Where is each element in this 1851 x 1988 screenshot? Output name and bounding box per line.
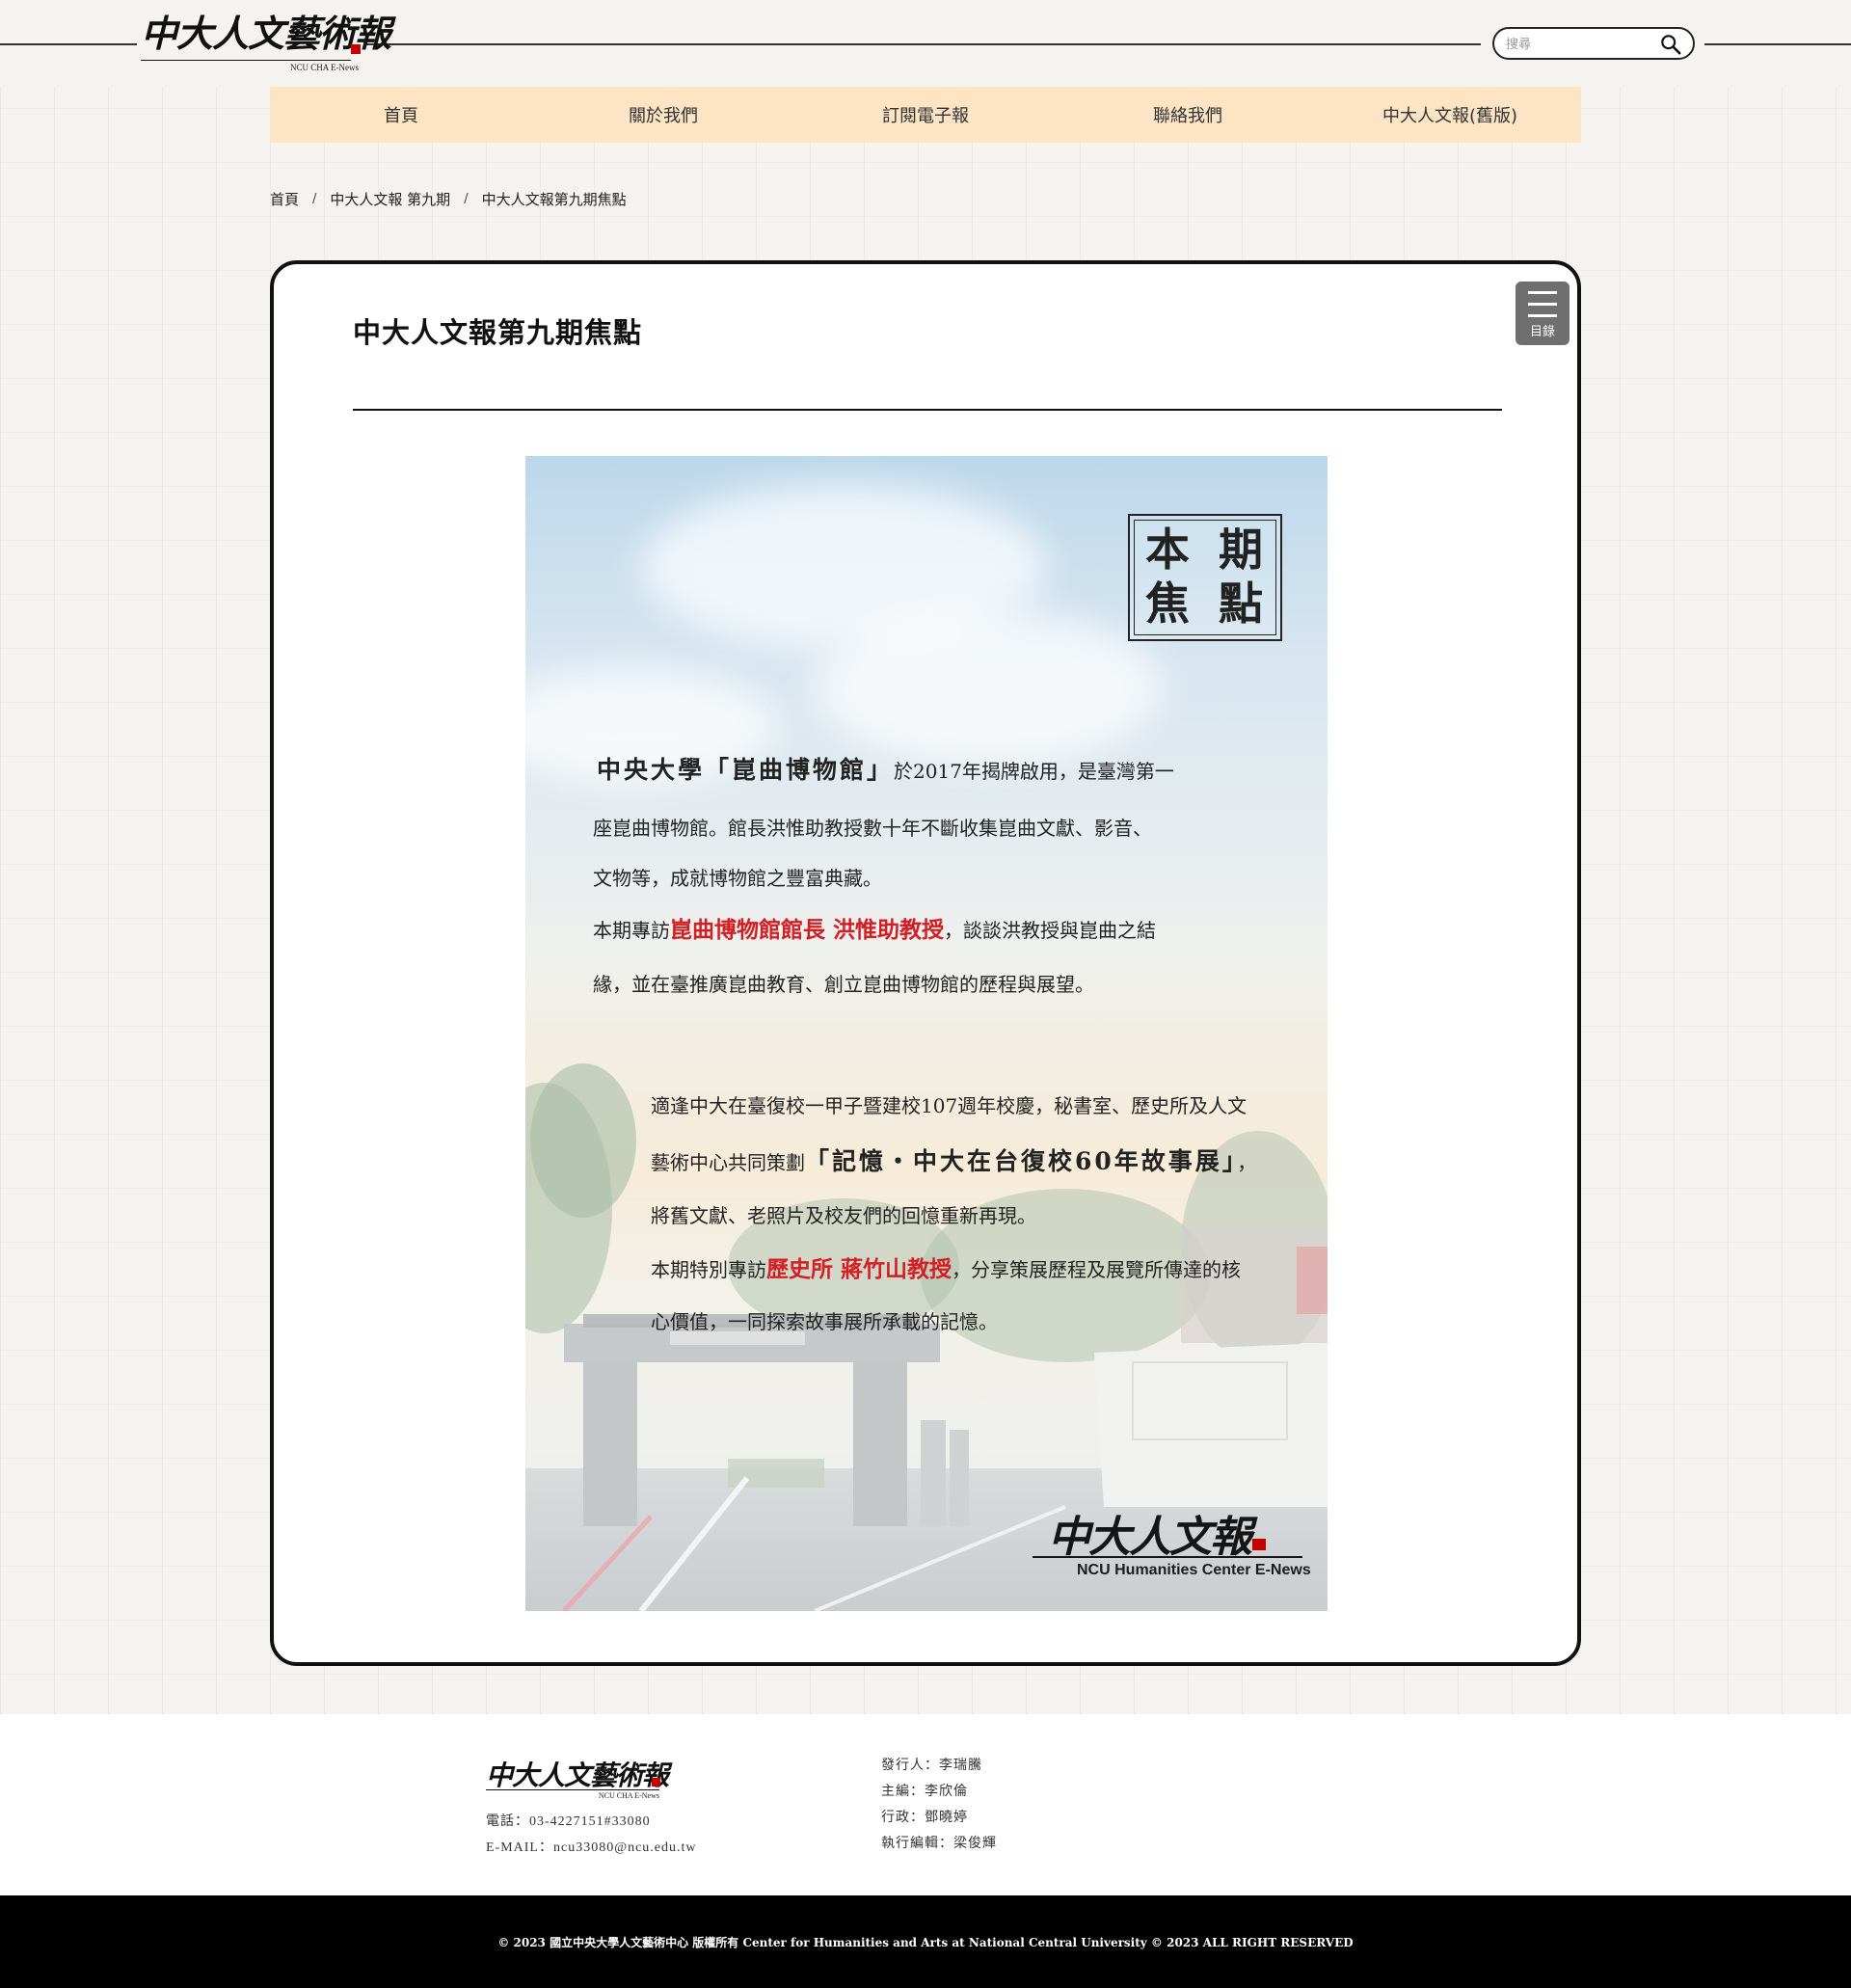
search-area (1481, 25, 1704, 64)
footer-staff-list: 發行人：李瑞騰 主編：李欣倫 行政：鄧曉婷 執行編輯：梁俊輝 (881, 1753, 997, 1857)
poster-text: 將舊文獻、老照片及校友們的回憶重新再現。 (651, 1204, 1036, 1227)
poster-paragraph-3: 藝術中心共同策劃「記憶・中大在台復校60年故事展」， (651, 1148, 1256, 1176)
search-input[interactable] (1506, 35, 1650, 54)
logo-title: 中大人文藝術報 (141, 12, 391, 55)
poster-highlight-interviewee: 歷史所 蔣竹山教授 (766, 1256, 952, 1282)
nav-item-contact[interactable]: 聯絡我們 (1057, 87, 1319, 143)
poster-text: 本期特別專訪 (651, 1258, 766, 1281)
focus-char: 焦 (1145, 578, 1190, 630)
footer-staff-item: 執行編輯：梁俊輝 (881, 1836, 997, 1851)
poster-logo-rule (1033, 1556, 1302, 1558)
poster-highlight-interviewee: 崑曲博物館館長 洪惟助教授 (670, 917, 945, 943)
search-box (1492, 27, 1695, 60)
site-footer: 中大人文藝術報 NCU CHA E-News 電話：03-4227151#330… (0, 1714, 1851, 1895)
poster-logo-title: 中大人文報 (1048, 1513, 1252, 1562)
poster-text: 文物等，成就博物館之豐富典藏。 (593, 867, 882, 890)
poster-logo: 中大人文報 NCU Humanities Center E-News (1033, 1502, 1312, 1589)
poster-paragraph-4: 本期特別專訪歷史所 蔣竹山教授，分享策展歷程及展覽所傳達的核 (651, 1256, 1241, 1283)
focus-char: 期 (1219, 524, 1263, 576)
site-header: 中大人文藝術報 NCU CHA E-News (0, 0, 1851, 87)
focus-title-box: 本 期 焦 點 (1128, 514, 1282, 641)
footer-email[interactable]: E-MAIL：ncu33080@ncu.edu.tw (486, 1835, 697, 1861)
focus-poster-image: 本 期 焦 點 中央大學「崑曲博物館」於2017年揭牌啟用，是臺灣第一 座崑曲博… (525, 456, 1328, 1611)
poster-text: 藝術中心共同策劃 (651, 1151, 805, 1174)
cloud-shape (815, 610, 1162, 765)
site-logo[interactable]: 中大人文藝術報 NCU CHA E-News (137, 12, 391, 75)
footer-contact: 電話：03-4227151#33080 E-MAIL：ncu33080@ncu.… (486, 1809, 697, 1861)
copyright-text: © 2023 國立中央大學人文藝術中心 版權所有 Center for Huma… (497, 1935, 1354, 1949)
breadcrumb-separator: / (312, 192, 317, 206)
focus-char: 本 (1145, 524, 1190, 576)
poster-logo-subtitle: NCU Humanities Center E-News (1077, 1562, 1311, 1578)
copyright-bar: © 2023 國立中央大學人文藝術中心 版權所有 Center for Huma… (0, 1895, 1851, 1988)
hamburger-icon (1528, 314, 1557, 317)
poster-text: 心價值，一同探索故事展所承載的記憶。 (651, 1310, 998, 1333)
footer-logo-title: 中大人文藝術報 (486, 1760, 669, 1791)
poster-text: ， (1237, 1151, 1257, 1174)
poster-text: 於2017年揭牌啟用，是臺灣第一 (894, 760, 1174, 783)
nav-item-old-version[interactable]: 中大人文報(舊版) (1319, 87, 1581, 143)
logo-red-mark (351, 44, 361, 54)
page-title: 中大人文報第九期焦點 (353, 316, 643, 349)
footer-staff-item: 發行人：李瑞騰 (881, 1758, 982, 1773)
poster-paragraph-1: 中央大學「崑曲博物館」於2017年揭牌啟用，是臺灣第一 (597, 757, 1174, 785)
title-divider (353, 409, 1502, 411)
poster-text: ，談談洪教授與崑曲之結 (944, 919, 1157, 942)
poster-paragraph-2: 本期專訪崑曲博物館館長 洪惟助教授，談談洪教授與崑曲之結 (593, 917, 1156, 944)
hamburger-icon (1528, 291, 1557, 294)
footer-staff-item: 行政：鄧曉婷 (881, 1810, 968, 1825)
footer-logo-red-mark (652, 1778, 660, 1787)
nav-item-subscribe[interactable]: 訂閱電子報 (794, 87, 1057, 143)
poster-text: 座崑曲博物館。館長洪惟助教授數十年不斷收集崑曲文獻、影音、 (593, 817, 1152, 840)
article-card: 目錄 中大人文報第九期焦點 本 期 焦 點 中央大學「崑曲博物館」於2017年揭… (270, 260, 1581, 1666)
breadcrumb-current: 中大人文報第九期焦點 (481, 191, 627, 208)
breadcrumb-issue[interactable]: 中大人文報 第九期 (330, 189, 450, 209)
poster-exhibition-name: 「記憶・中大在台復校60年故事展」 (805, 1147, 1238, 1175)
footer-logo[interactable]: 中大人文藝術報 NCU CHA E-News (486, 1755, 669, 1803)
breadcrumb: 首頁 / 中大人文報 第九期 / 中大人文報第九期焦點 (270, 189, 627, 209)
poster-museum-name: 中央大學「崑曲博物館」 (597, 756, 895, 784)
focus-char: 點 (1219, 578, 1263, 630)
hamburger-icon (1528, 303, 1557, 306)
toc-menu-button[interactable]: 目錄 (1516, 282, 1569, 345)
nav-item-about[interactable]: 關於我們 (532, 87, 794, 143)
poster-text: ，分享策展歷程及展覽所傳達的核 (952, 1258, 1242, 1281)
nav-item-home[interactable]: 首頁 (270, 87, 532, 143)
poster-text: 適逢中大在臺復校一甲子暨建校107週年校慶，秘書室、歷史所及人文 (651, 1094, 1247, 1117)
poster-text: 本期專訪 (593, 919, 670, 942)
logo-subtitle: NCU CHA E-News (290, 63, 359, 72)
breadcrumb-separator: / (464, 192, 469, 206)
footer-phone: 電話：03-4227151#33080 (486, 1814, 651, 1829)
search-icon[interactable] (1660, 34, 1681, 55)
toc-menu-label: 目錄 (1529, 325, 1555, 339)
footer-logo-subtitle: NCU CHA E-News (598, 1791, 659, 1800)
poster-text: 緣，並在臺推廣崑曲教育、創立崑曲博物館的歷程與展望。 (593, 973, 1094, 996)
main-nav: 首頁 關於我們 訂閱電子報 聯絡我們 中大人文報(舊版) (270, 87, 1581, 143)
poster-logo-red-mark (1252, 1539, 1266, 1550)
footer-logo-rule (486, 1789, 659, 1790)
breadcrumb-home[interactable]: 首頁 (270, 189, 299, 209)
logo-underline (141, 60, 351, 61)
footer-staff-item: 主編：李欣倫 (881, 1784, 968, 1799)
